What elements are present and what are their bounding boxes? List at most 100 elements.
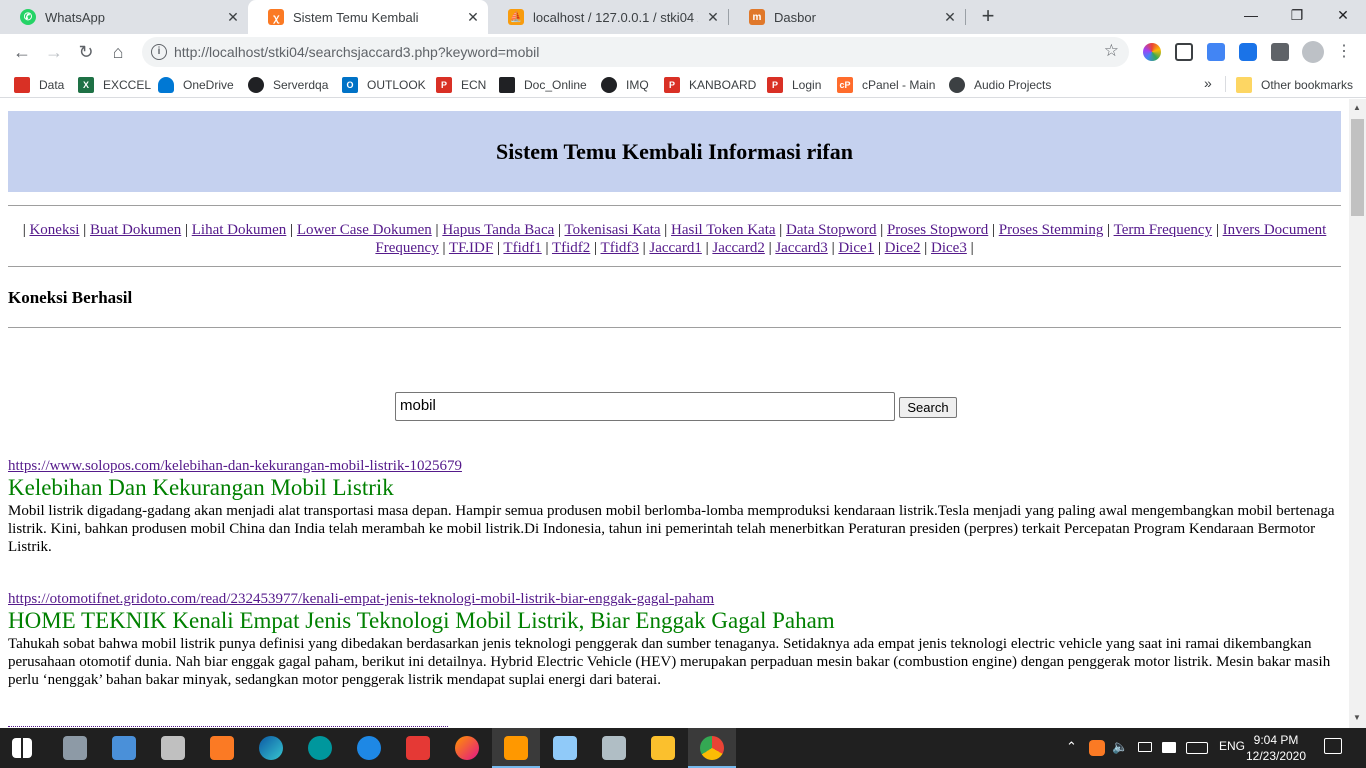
tab-close-icon[interactable]: ✕ [458, 9, 488, 26]
notepad-icon[interactable] [553, 736, 577, 760]
result-url[interactable]: https://www.solopos.com/kelebihan-dan-ke… [8, 457, 1341, 475]
edge-icon[interactable] [259, 736, 283, 760]
bluetooth-icon[interactable] [357, 736, 381, 760]
whatsapp-icon: ✆ [20, 9, 36, 25]
forward-icon[interactable]: → [42, 40, 66, 64]
bookmark-audio-projects[interactable]: Audio Projects [949, 76, 1051, 94]
menu-link-data-stopword[interactable]: Data Stopword [786, 222, 876, 238]
keyboard-icon[interactable] [1186, 742, 1208, 754]
menu-link-dice1[interactable]: Dice1 [838, 240, 874, 256]
notification-center-icon[interactable] [1324, 738, 1342, 754]
search-input[interactable]: mobil [395, 392, 895, 421]
sublime-text-icon[interactable] [504, 736, 528, 760]
close-window-button[interactable]: ✕ [1320, 0, 1366, 32]
scrollbar-thumb[interactable] [1351, 119, 1364, 216]
tab-sistem-temu-kembali[interactable]: ꭓ Sistem Temu Kembali ✕ [248, 0, 488, 34]
search-result: https://www.solopos.com/kelebihan-dan-ke… [8, 457, 1341, 556]
bookmark-kanboard[interactable]: P KANBOARD [664, 76, 756, 94]
menu-link-proses-stemming[interactable]: Proses Stemming [999, 222, 1104, 238]
battery-icon[interactable] [1138, 742, 1152, 752]
xampp-tray-icon[interactable] [1089, 740, 1105, 756]
translate-extension-icon[interactable] [1207, 43, 1225, 61]
folder-icon[interactable] [651, 736, 675, 760]
minimize-button[interactable]: — [1228, 0, 1274, 32]
bookmark-ecn[interactable]: P ECN [436, 76, 486, 94]
search-button[interactable]: Search [899, 397, 957, 418]
bookmark-login[interactable]: P Login [767, 76, 821, 94]
maximize-button[interactable]: ❐ [1274, 0, 1320, 32]
menu-link-lower-case-dokumen[interactable]: Lower Case Dokumen [297, 222, 432, 238]
xampp-icon[interactable] [210, 736, 234, 760]
language-indicator[interactable]: ENG [1219, 739, 1245, 753]
picture-in-picture-icon[interactable] [1175, 43, 1193, 61]
menu-link-tfidf3[interactable]: Tfidf3 [601, 240, 639, 256]
menu-link-dice3[interactable]: Dice3 [931, 240, 967, 256]
bookmark-outlook[interactable]: O OUTLOOK [342, 76, 426, 94]
result-url[interactable]: https://otomotifnet.gridoto.com/read/232… [8, 590, 1341, 608]
tab-whatsapp[interactable]: ✆ WhatsApp ✕ [0, 0, 248, 34]
menu-link-tfidf1[interactable]: Tfidf1 [503, 240, 541, 256]
menu-link-tfidf2[interactable]: Tfidf2 [552, 240, 590, 256]
menu-link-buat-dokumen[interactable]: Buat Dokumen [90, 222, 181, 238]
scroll-down-icon[interactable]: ▼ [1353, 713, 1361, 722]
menu-link-hasil-token-kata[interactable]: Hasil Token Kata [671, 222, 775, 238]
new-tab-button[interactable]: + [977, 5, 999, 29]
bookmarks-separator [1225, 76, 1226, 92]
bookmark-data[interactable]: Data [14, 76, 64, 94]
address-bar[interactable]: i http://localhost/stki04/searchsjaccard… [142, 37, 1129, 67]
divider [8, 327, 1341, 328]
tray-overflow-icon[interactable]: ⌃ [1066, 739, 1077, 755]
color-picker-extension-icon[interactable] [1143, 43, 1161, 61]
menu-link-jaccard3[interactable]: Jaccard3 [775, 240, 827, 256]
page-title: Sistem Temu Kembali Informasi rifan [496, 138, 853, 164]
back-icon[interactable]: ← [10, 40, 34, 64]
menu-link-koneksi[interactable]: Koneksi [29, 222, 79, 238]
reload-icon[interactable]: ↻ [74, 40, 98, 64]
system-clock[interactable]: 9:04 PM 12/23/2020 [1244, 732, 1308, 764]
page-scrollbar[interactable]: ▲ ▼ [1349, 99, 1366, 728]
menu-link-term-frequency[interactable]: Term Frequency [1114, 222, 1213, 238]
tab-close-icon[interactable]: ✕ [935, 9, 965, 26]
tab-phpmyadmin[interactable]: ⛵ localhost / 127.0.0.1 / stki04 / sto ✕ [488, 0, 728, 34]
other-bookmarks[interactable]: Other bookmarks [1236, 76, 1353, 94]
task-view-icon[interactable] [63, 736, 87, 760]
home-icon[interactable]: ⌂ [106, 40, 130, 64]
menu-link-dice2[interactable]: Dice2 [885, 240, 921, 256]
chrome-icon[interactable] [700, 736, 724, 760]
bookmark-excel[interactable]: X EXCCEL [78, 76, 151, 94]
zip-extension-icon[interactable] [1239, 43, 1257, 61]
firefox-icon[interactable] [455, 736, 479, 760]
bookmark-doc-online[interactable]: Doc_Online [499, 76, 587, 94]
menu-link-jaccard2[interactable]: Jaccard2 [712, 240, 764, 256]
profile-avatar-icon[interactable] [1302, 41, 1324, 63]
network-icon[interactable] [1162, 742, 1176, 753]
bookmark-serverdqa[interactable]: Serverdqa [248, 76, 328, 94]
scroll-up-icon[interactable]: ▲ [1353, 103, 1361, 112]
extensions-puzzle-icon[interactable] [1271, 43, 1289, 61]
menu-link-hapus-tanda-baca[interactable]: Hapus Tanda Baca [442, 222, 554, 238]
menu-link-tf-idf[interactable]: TF.IDF [449, 240, 493, 256]
windows-start-icon[interactable] [12, 738, 32, 758]
arduino-icon[interactable] [308, 736, 332, 760]
camera-app-icon[interactable] [406, 736, 430, 760]
bookmark-onedrive[interactable]: OneDrive [158, 76, 234, 94]
paint-icon[interactable] [602, 736, 626, 760]
address-url[interactable]: http://localhost/stki04/searchsjaccard3.… [174, 44, 539, 60]
bookmark-imq[interactable]: IMQ [601, 76, 649, 94]
bookmark-star-icon[interactable]: ☆ [1104, 41, 1119, 61]
menu-link-tokenisasi-kata[interactable]: Tokenisasi Kata [565, 222, 661, 238]
bookmarks-overflow-icon[interactable]: » [1204, 75, 1212, 91]
calculator-icon[interactable] [161, 736, 185, 760]
tab-close-icon[interactable]: ✕ [698, 9, 728, 26]
menu-link-proses-stopword[interactable]: Proses Stopword [887, 222, 988, 238]
menu-link-jaccard1[interactable]: Jaccard1 [649, 240, 701, 256]
tab-close-icon[interactable]: ✕ [218, 9, 248, 26]
file-manager-icon[interactable] [112, 736, 136, 760]
bookmark-cpanel[interactable]: cP cPanel - Main [837, 76, 935, 94]
tab-dasbor[interactable]: m Dasbor ✕ [729, 0, 965, 34]
menu-link-lihat-dokumen[interactable]: Lihat Dokumen [192, 222, 287, 238]
phpmyadmin-icon: ⛵ [508, 9, 524, 25]
site-info-icon[interactable]: i [151, 44, 167, 60]
volume-icon[interactable]: 🔈 [1112, 739, 1128, 755]
chrome-menu-icon[interactable]: ⋮ [1332, 40, 1356, 64]
